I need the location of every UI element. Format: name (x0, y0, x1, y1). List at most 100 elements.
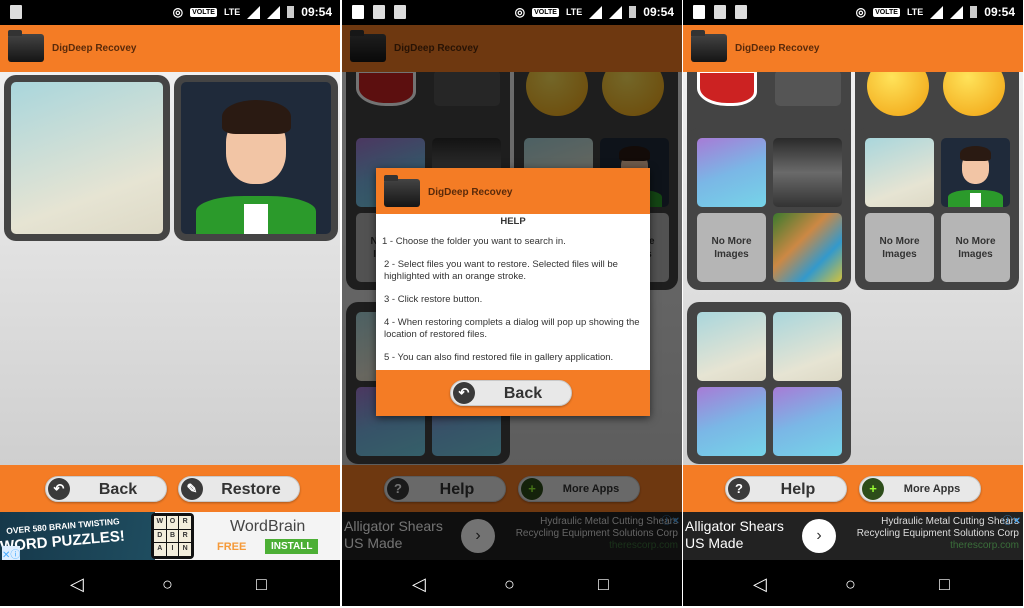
folder-tile[interactable] (687, 302, 851, 464)
status-bar: ◎ VOLTE LTE 09:54 (0, 0, 340, 25)
hotspot-icon: ◎ (172, 5, 184, 19)
ad-arrow-icon[interactable]: › (802, 519, 836, 553)
ad-text: Recycling Equipment Solutions Corp (856, 528, 1019, 539)
button-bar: ?Help +More Apps (683, 465, 1023, 512)
status-bar: ◎ VOLTE LTE 09:54 (342, 0, 682, 25)
back-arrow-icon: ↶ (453, 382, 475, 404)
help-step: 4 - When restoring complets a dialog wil… (384, 317, 640, 340)
phone-screen-3: ◎ VOLTE LTE 09:54 DigDeep Recovey No More Im… (683, 0, 1023, 606)
help-step: 1 - Choose the folder you want to search… (382, 236, 566, 247)
ad-headline: Alligator Shears (685, 518, 784, 534)
image-thumbnail[interactable] (773, 387, 842, 456)
nav-recents-icon[interactable]: □ (256, 574, 267, 595)
nav-bar: ◁ ○ □ (0, 560, 340, 606)
folder-tile[interactable]: No MoreImagesNo MoreImages (855, 128, 1019, 290)
clock: 09:54 (301, 5, 332, 19)
hotspot-icon: ◎ (855, 5, 867, 19)
puzzle-letter: R (179, 516, 191, 529)
app-bar: DigDeep Recovey (0, 25, 340, 72)
puzzle-letter: B (166, 529, 179, 543)
puzzle-letter: R (179, 529, 191, 543)
lte-icon: LTE (565, 7, 583, 17)
nav-back-icon[interactable]: ◁ (412, 574, 426, 595)
notification-icon (735, 5, 747, 19)
ad-banner[interactable]: Alligator ShearsUS Made › Hydraulic Meta… (683, 512, 1023, 560)
ad-close-icon[interactable]: ⓘ✕ (1003, 512, 1021, 527)
nav-back-icon[interactable]: ◁ (70, 574, 84, 595)
image-thumbnail[interactable] (775, 72, 841, 106)
gallery-icon (714, 5, 726, 19)
dialog-back-button[interactable]: ↶ Back (450, 380, 572, 406)
avatar-image[interactable] (181, 82, 331, 234)
folder-logo-icon (8, 30, 44, 62)
image-thumbnail[interactable] (773, 213, 842, 282)
nav-home-icon[interactable]: ○ (504, 574, 515, 595)
signal-icon (930, 5, 944, 19)
clock: 09:54 (643, 5, 674, 19)
image-grid (0, 72, 340, 465)
clock: 09:54 (984, 5, 1015, 19)
image-thumbnail[interactable] (697, 138, 766, 207)
folder-tile[interactable]: No MoreImages (687, 128, 851, 290)
help-button[interactable]: ?Help (725, 476, 847, 502)
avatar-image[interactable] (941, 138, 1010, 207)
back-button[interactable]: ↶ Back (45, 476, 167, 502)
nav-recents-icon[interactable]: □ (598, 574, 609, 595)
more-apps-button[interactable]: +More Apps (859, 476, 981, 502)
ad-url[interactable]: therescorp.com (857, 540, 1019, 552)
signal-icon (609, 5, 623, 19)
image-thumbnail[interactable] (697, 72, 757, 106)
nav-back-icon[interactable]: ◁ (753, 574, 767, 595)
ad-app-name: WordBrain (230, 518, 306, 535)
nav-bar: ◁ ○ □ (683, 560, 1023, 606)
folder-logo-icon (384, 175, 420, 207)
nav-recents-icon[interactable]: □ (939, 574, 950, 595)
no-more-images-placeholder: No MoreImages (941, 213, 1010, 282)
dialog-title: DigDeep Recovey (428, 187, 513, 198)
image-thumbnail[interactable] (697, 387, 766, 456)
lte-icon: LTE (906, 7, 924, 17)
notification-icon (394, 5, 406, 19)
phone-screen-2: ◎VOLTELTE09:54 DigDeep Recovey No MoreIm… (342, 0, 682, 606)
volte-badge: VOLTE (190, 7, 217, 17)
ad-image[interactable]: OVER 580 BRAIN TWISTING WORD PUZZLES! ✕ⓘ (0, 512, 155, 560)
nav-home-icon[interactable]: ○ (845, 574, 856, 595)
folder-logo-icon (691, 30, 727, 62)
image-thumbnail[interactable] (773, 138, 842, 207)
no-more-images-placeholder: No MoreImages (697, 213, 766, 282)
app-title: DigDeep Recovey (52, 43, 137, 54)
ad-close-icon[interactable]: ✕ⓘ (2, 546, 21, 560)
signal-icon (589, 5, 603, 19)
battery-icon (629, 6, 637, 18)
restore-button[interactable]: ✎ Restore (178, 476, 300, 502)
lte-icon: LTE (223, 7, 241, 17)
nav-home-icon[interactable]: ○ (162, 574, 173, 595)
image-tile[interactable] (174, 75, 338, 241)
image-thumbnail[interactable] (11, 82, 163, 234)
signal-icon (950, 5, 964, 19)
hotspot-icon: ◎ (514, 5, 526, 19)
puzzle-letter: A (154, 543, 166, 556)
volte-badge: VOLTE (873, 7, 900, 17)
battery-icon (970, 6, 978, 18)
image-thumbnail[interactable] (865, 138, 934, 207)
help-dialog: DigDeep Recovey HELP 1 - Choose the fold… (376, 168, 650, 416)
phone-screen-1: ◎ VOLTE LTE 09:54 DigDeep Recovey ↶ Back ✎ Re… (0, 0, 340, 606)
ad-banner[interactable]: OVER 580 BRAIN TWISTING WORD PUZZLES! ✕ⓘ… (0, 512, 340, 560)
ad-headline: US Made (685, 535, 744, 551)
image-thumbnail[interactable] (773, 312, 842, 381)
gallery-icon (373, 5, 385, 19)
ad-install-button[interactable]: INSTALL (265, 539, 319, 554)
help-heading: HELP (500, 216, 526, 227)
image-thumbnail[interactable] (697, 312, 766, 381)
image-tile[interactable] (4, 75, 170, 241)
no-more-images-placeholder: No MoreImages (865, 213, 934, 282)
puzzle-letter: O (166, 516, 179, 529)
signal-icon (267, 5, 281, 19)
facebook-icon (693, 5, 705, 19)
help-step: 5 - You can also find restored file in g… (384, 352, 614, 363)
app-bar: DigDeep Recovey (683, 25, 1023, 72)
sad-emoji-image[interactable] (867, 72, 929, 116)
ad-price: FREE (217, 541, 247, 553)
laughing-emoji-image[interactable] (943, 72, 1005, 116)
